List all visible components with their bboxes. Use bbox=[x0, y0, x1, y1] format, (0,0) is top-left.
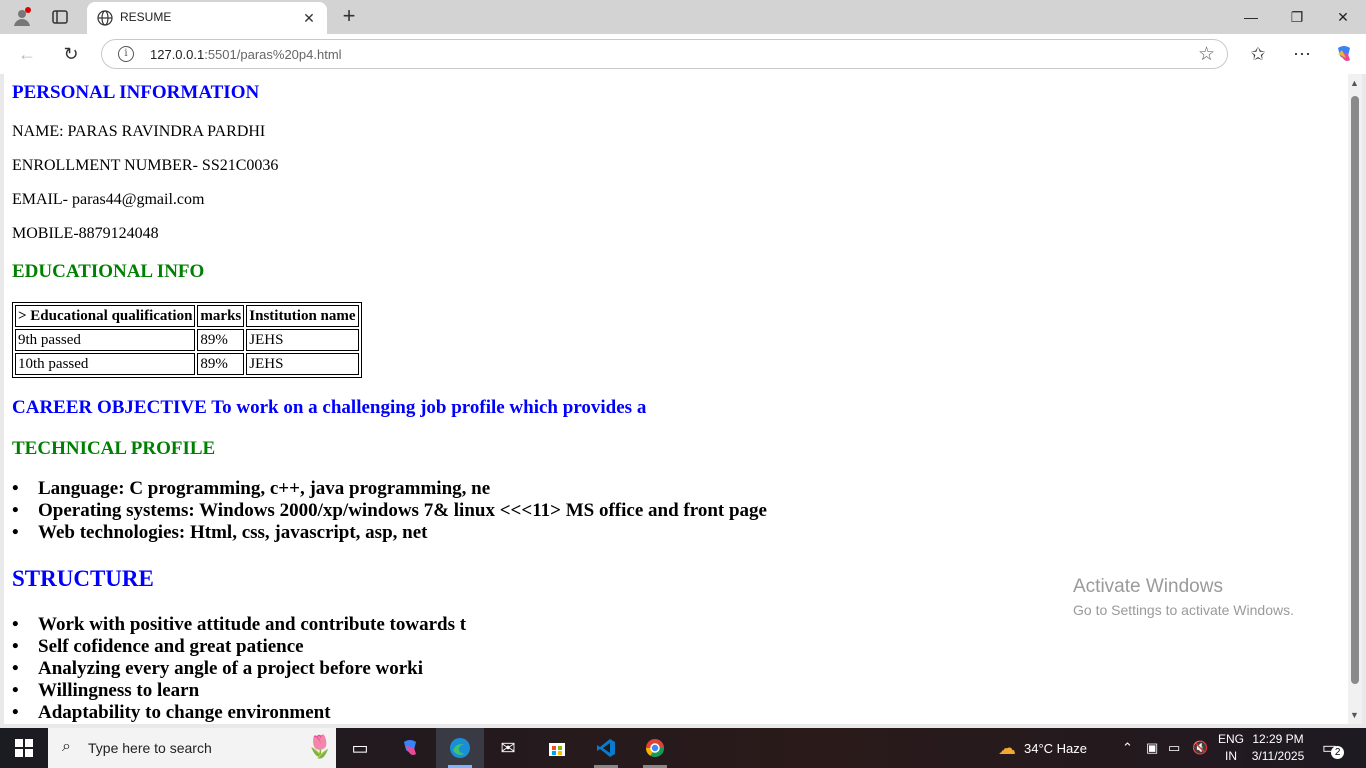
windows-icon bbox=[15, 739, 33, 757]
list-item: Analyzing every angle of a project befor… bbox=[12, 658, 466, 680]
email-line: EMAIL- paras44@gmail.com bbox=[12, 191, 205, 208]
table-cell: 9th passed bbox=[15, 329, 196, 351]
restore-button[interactable]: ❐ bbox=[1274, 0, 1320, 34]
url-path: :5501/paras%20p4.html bbox=[204, 47, 342, 62]
structure-list: Work with positive attitude and contribu… bbox=[12, 614, 466, 724]
list-item: Language: C programming, c++, java progr… bbox=[12, 478, 767, 500]
clock-time: 12:29 PM bbox=[1252, 732, 1304, 746]
table-header: marks bbox=[197, 305, 245, 327]
new-tab-button[interactable]: + bbox=[336, 5, 362, 29]
activate-windows-watermark: Activate Windows Go to Settings to activ… bbox=[1073, 576, 1294, 618]
technical-list: Language: C programming, c++, java progr… bbox=[12, 478, 767, 544]
clock[interactable]: 12:29 PM 3/11/2025 bbox=[1248, 731, 1308, 765]
taskbar-search[interactable]: ⌕ Type here to search 🌷 bbox=[48, 728, 336, 768]
volume-muted-icon[interactable]: 🔇 bbox=[1192, 728, 1208, 768]
search-placeholder: Type here to search bbox=[88, 740, 212, 756]
weather-text: 34°C Haze bbox=[1024, 740, 1088, 756]
table-header-row: > Educational qualification marks Instit… bbox=[15, 305, 359, 327]
education-table: > Educational qualification marks Instit… bbox=[12, 302, 362, 378]
scroll-up-icon[interactable]: ▲ bbox=[1350, 78, 1359, 88]
search-highlight-icon: 🌷 bbox=[306, 734, 334, 759]
career-objective-line: CAREER OBJECTIVE To work on a challengin… bbox=[12, 397, 647, 418]
scroll-down-icon[interactable]: ▼ bbox=[1350, 710, 1359, 720]
profile-icon[interactable] bbox=[8, 4, 36, 30]
personal-info-heading: PERSONAL INFORMATION bbox=[12, 82, 260, 103]
list-item: Work with positive attitude and contribu… bbox=[12, 614, 466, 636]
show-hidden-icons[interactable]: ⌃ bbox=[1122, 728, 1133, 768]
tab-actions-icon[interactable] bbox=[46, 4, 74, 30]
start-button[interactable] bbox=[0, 728, 48, 768]
search-icon: ⌕ bbox=[62, 738, 71, 755]
table-cell: 89% bbox=[197, 329, 245, 351]
table-cell: JEHS bbox=[246, 329, 359, 351]
technical-profile-heading: TECHNICAL PROFILE bbox=[12, 438, 216, 459]
list-item: Web technologies: Html, css, javascript,… bbox=[12, 522, 767, 544]
chrome-icon[interactable] bbox=[631, 728, 679, 768]
structure-heading: STRUCTURE bbox=[12, 566, 154, 591]
scrollbar-thumb[interactable] bbox=[1351, 96, 1359, 684]
favorites-icon[interactable]: ✩ bbox=[1243, 40, 1273, 68]
table-header: Institution name bbox=[246, 305, 359, 327]
list-item: Operating systems: Windows 2000/xp/windo… bbox=[12, 500, 767, 522]
page-viewport: PERSONAL INFORMATION NAME: PARAS RAVINDR… bbox=[4, 74, 1348, 724]
notifications-button[interactable]: ▭ 2 bbox=[1322, 728, 1345, 768]
copilot-icon[interactable] bbox=[1329, 40, 1359, 68]
weather-widget[interactable]: ☁ 34°C Haze bbox=[998, 728, 1087, 768]
educational-info-heading: EDUCATIONAL INFO bbox=[12, 261, 205, 282]
name-line: NAME: PARAS RAVINDRA PARDHI bbox=[12, 123, 266, 140]
close-window-button[interactable]: ✕ bbox=[1320, 0, 1366, 34]
mobile-line: MOBILE-8879124048 bbox=[12, 225, 159, 242]
url-input[interactable]: i 127.0.0.1:5501/paras%20p4.html ☆ bbox=[101, 39, 1228, 69]
address-bar: ← ↻ i 127.0.0.1:5501/paras%20p4.html ☆ ✩… bbox=[0, 34, 1366, 74]
mail-icon[interactable]: ✉ bbox=[484, 728, 532, 768]
taskbar: ⌕ Type here to search 🌷 ▭ ✉ ☁ 34°C Haze … bbox=[0, 728, 1366, 768]
task-view-icon[interactable]: ▭ bbox=[336, 728, 384, 768]
close-tab-icon[interactable]: ✕ bbox=[299, 8, 319, 28]
tab-title: RESUME bbox=[120, 10, 172, 24]
tab-bar: RESUME ✕ + — ❐ ✕ bbox=[0, 0, 1366, 34]
globe-icon bbox=[97, 10, 113, 26]
edge-taskbar-icon[interactable] bbox=[436, 728, 484, 768]
network-icon[interactable]: ▭ bbox=[1168, 728, 1180, 768]
site-info-icon[interactable]: i bbox=[118, 46, 134, 62]
more-menu-icon[interactable]: ⋯ bbox=[1287, 40, 1317, 68]
table-header: > Educational qualification bbox=[15, 305, 196, 327]
meet-icon[interactable]: ▣ bbox=[1146, 728, 1158, 768]
list-item: Adaptability to change environment bbox=[12, 702, 466, 724]
weather-icon: ☁ bbox=[998, 737, 1016, 758]
notification-count: 2 bbox=[1331, 745, 1345, 759]
table-row: 10th passed 89% JEHS bbox=[15, 353, 359, 375]
table-cell: 10th passed bbox=[15, 353, 196, 375]
watermark-title: Activate Windows bbox=[1073, 576, 1223, 597]
page-scrollbar[interactable]: ▲ ▼ bbox=[1348, 74, 1362, 724]
back-button[interactable]: ← bbox=[12, 40, 42, 68]
tab-resume[interactable]: RESUME ✕ bbox=[87, 2, 327, 34]
region-code: IN bbox=[1225, 749, 1237, 763]
url-host: 127.0.0.1 bbox=[150, 47, 205, 62]
list-item: Willingness to learn bbox=[12, 680, 466, 702]
favorite-star-icon[interactable]: ☆ bbox=[1198, 43, 1215, 66]
enrollment-line: ENROLLMENT NUMBER- SS21C0036 bbox=[12, 157, 279, 174]
table-cell: 89% bbox=[197, 353, 245, 375]
list-item: Self cofidence and great patience bbox=[12, 636, 466, 658]
vscode-icon[interactable] bbox=[582, 728, 630, 768]
refresh-button[interactable]: ↻ bbox=[56, 40, 86, 68]
copilot-taskbar-icon[interactable] bbox=[386, 728, 434, 768]
minimize-button[interactable]: — bbox=[1228, 0, 1274, 34]
store-icon[interactable] bbox=[533, 728, 581, 768]
table-row: 9th passed 89% JEHS bbox=[15, 329, 359, 351]
table-cell: JEHS bbox=[246, 353, 359, 375]
watermark-subtitle: Go to Settings to activate Windows. bbox=[1073, 602, 1294, 618]
language-code: ENG bbox=[1217, 732, 1244, 746]
language-indicator[interactable]: ENG IN bbox=[1216, 731, 1246, 765]
clock-date: 3/11/2025 bbox=[1251, 749, 1305, 763]
